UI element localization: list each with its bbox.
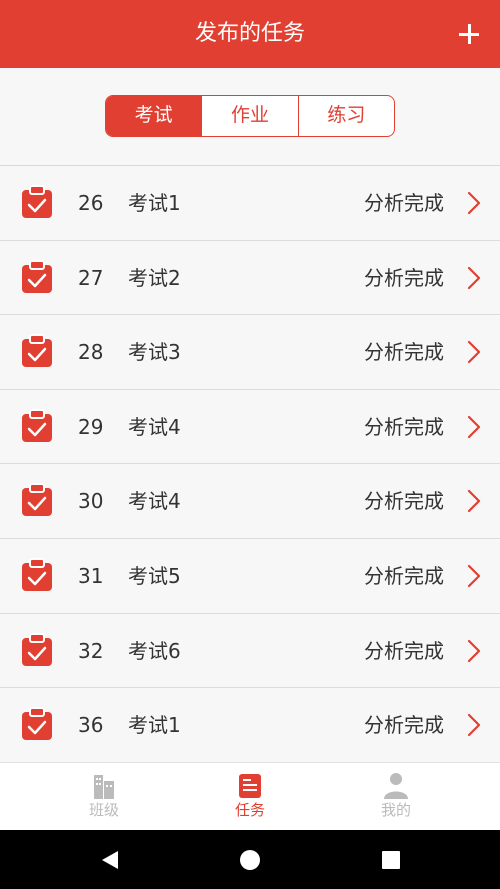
task-row[interactable]: 28 考试3 分析完成 [0, 315, 500, 390]
task-row[interactable]: 36 考试1 分析完成 [0, 688, 500, 763]
page-title: 发布的任务 [194, 21, 305, 46]
tab-task-label: 任务 [234, 801, 265, 819]
clipboard-check-icon [22, 408, 52, 442]
tab-mine[interactable]: 我的 [346, 763, 446, 831]
task-number: 32 [78, 638, 104, 663]
tab-class[interactable]: 班级 [54, 763, 154, 831]
back-icon[interactable] [101, 850, 119, 870]
tab-task[interactable]: 任务 [200, 763, 300, 831]
task-status: 分析完成 [364, 414, 444, 439]
task-number: 29 [78, 414, 104, 439]
task-name: 考试4 [128, 414, 181, 439]
clipboard-check-icon [22, 707, 52, 741]
chevron-right-icon [467, 191, 481, 215]
task-name: 考试2 [128, 265, 181, 290]
task-status: 分析完成 [364, 340, 444, 365]
chevron-right-icon [467, 564, 481, 588]
task-name: 考试1 [128, 713, 181, 738]
task-row[interactable]: 30 考试4 分析完成 [0, 464, 500, 539]
task-status: 分析完成 [364, 563, 444, 588]
tab-mine-label: 我的 [380, 801, 411, 819]
chevron-right-icon [467, 490, 481, 513]
task-row[interactable]: 27 考试2 分析完成 [0, 240, 500, 316]
task-name: 考试3 [128, 340, 181, 365]
android-nav-bar [0, 830, 500, 889]
task-document-icon [239, 774, 261, 798]
task-row[interactable]: 31 考试5 分析完成 [0, 538, 500, 614]
recent-apps-icon[interactable] [382, 851, 400, 869]
tab-class-label: 班级 [88, 801, 119, 819]
chevron-right-icon [467, 714, 481, 737]
task-number: 26 [78, 191, 104, 215]
task-name: 考试5 [128, 563, 181, 588]
task-type-segment: 考试 作业 练习 [105, 95, 395, 137]
chevron-right-icon [467, 341, 481, 364]
task-name: 考试4 [128, 489, 181, 514]
task-status: 分析完成 [364, 489, 444, 514]
task-row[interactable]: 29 考试4 分析完成 [0, 389, 500, 465]
chevron-right-icon [467, 266, 481, 289]
chevron-right-icon [467, 415, 481, 438]
app-header: 发布的任务 [0, 0, 500, 68]
clipboard-check-icon [22, 632, 52, 666]
task-number: 30 [78, 489, 104, 514]
tab-exam[interactable]: 考试 [106, 96, 203, 136]
task-number: 36 [78, 713, 104, 738]
task-name: 考试6 [128, 638, 181, 663]
task-number: 28 [78, 340, 104, 365]
task-status: 分析完成 [364, 713, 444, 738]
task-number: 31 [78, 563, 104, 588]
clipboard-check-icon [22, 334, 52, 368]
building-icon [94, 775, 114, 799]
task-status: 分析完成 [364, 638, 444, 663]
task-number: 27 [78, 265, 104, 290]
task-status: 分析完成 [364, 191, 444, 215]
clipboard-check-icon [22, 259, 52, 293]
clipboard-check-icon [22, 185, 52, 218]
home-icon[interactable] [240, 850, 260, 870]
clipboard-check-icon [22, 557, 52, 591]
task-status: 分析完成 [364, 265, 444, 290]
tab-practice[interactable]: 练习 [299, 96, 394, 136]
tab-homework[interactable]: 作业 [202, 96, 299, 136]
task-list: 26 考试1 分析完成 27 考试2 分析完成 28 考试3 分析完成 29 考… [0, 165, 500, 763]
clipboard-check-icon [22, 483, 52, 517]
chevron-right-icon [467, 639, 481, 662]
person-icon [384, 773, 408, 799]
task-row[interactable]: 32 考试6 分析完成 [0, 613, 500, 689]
task-name: 考试1 [128, 191, 181, 215]
plus-icon[interactable] [454, 19, 484, 49]
task-row[interactable]: 26 考试1 分析完成 [0, 166, 500, 241]
bottom-tab-bar: 班级 任务 我的 [0, 762, 500, 830]
